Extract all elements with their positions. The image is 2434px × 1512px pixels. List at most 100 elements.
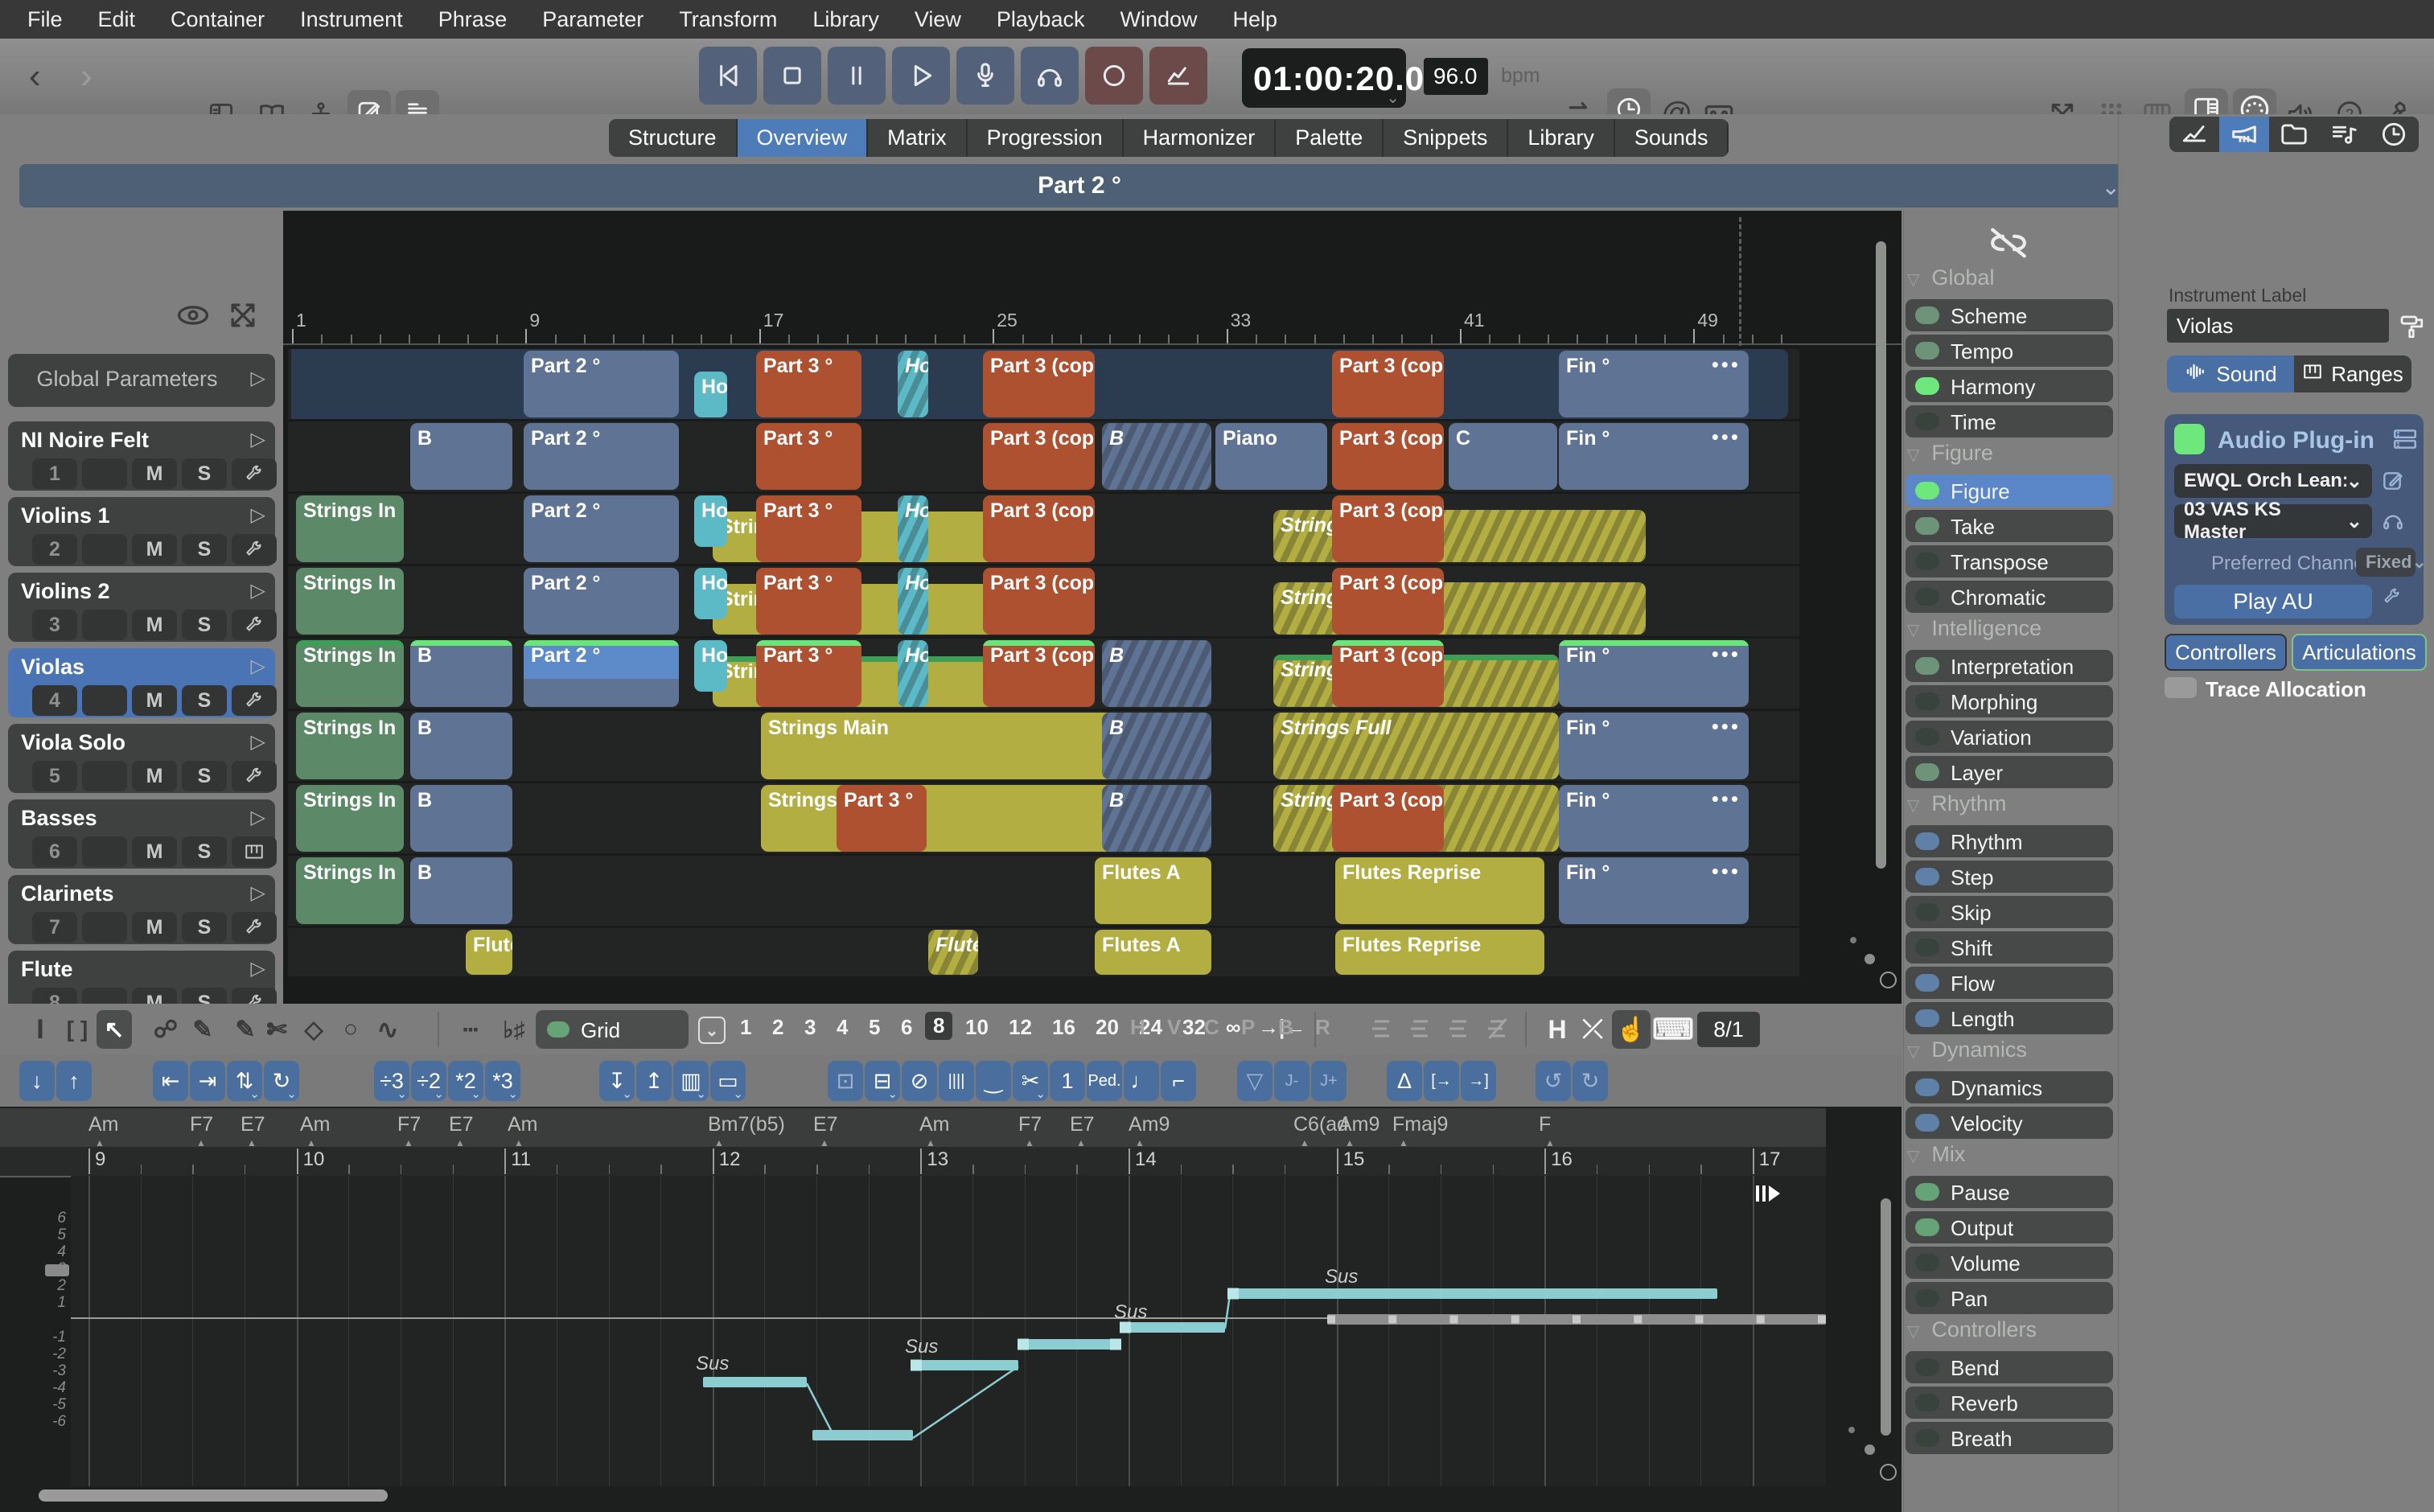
tab-matrix[interactable]: Matrix [868,119,968,157]
menu-item-container[interactable]: Container [171,7,265,32]
align-list-2[interactable] [1406,1017,1435,1045]
plugin-settings-wrench-icon[interactable] [2382,586,2403,611]
filter-p[interactable]: P [1241,1015,1255,1040]
monitor-button[interactable] [1021,47,1079,105]
mute-button[interactable]: M [132,610,177,640]
snap-32[interactable]: 32 [1182,1015,1206,1040]
tool-pointer[interactable]: ↖ [97,1010,132,1049]
param-section-rhythm[interactable]: ▽ Rhythm [1907,791,2006,816]
tool-multi-pencil[interactable]: ✎ [222,1010,257,1049]
menu-item-playback[interactable]: Playback [997,7,1085,32]
time-dropdown-chevron[interactable]: ⌄ [1386,88,1400,108]
snap-∞[interactable]: ∞ [1226,1015,1241,1040]
disclosure-icon[interactable]: ▷ [251,367,265,390]
chord-E7[interactable]: E7 [1070,1113,1095,1136]
param-variation[interactable]: Variation [1906,721,2113,753]
disclosure-icon[interactable]: ▷ [251,503,265,527]
action-crop[interactable]: ⊡ [828,1061,863,1101]
param-section-dynamics[interactable]: ▽ Dynamics [1907,1037,2027,1062]
editor-grid[interactable] [71,1176,1826,1486]
block-part-2-[interactable]: Part 2 ° [524,423,679,490]
param-shift[interactable]: Shift [1906,931,2113,963]
block-menu-dots[interactable]: ••• [1712,352,1741,377]
param-skip[interactable]: Skip [1906,896,2113,928]
action-nudge-down[interactable]: ↓ [19,1061,55,1101]
hand-tool[interactable]: ☝ [1612,1010,1651,1049]
param-figure[interactable]: Figure [1906,475,2113,507]
block-part-3-copy[interactable]: Part 3 (copy [983,640,1095,707]
param-section-figure[interactable]: ▽ Figure [1907,441,1993,466]
block-strings[interactable]: Strings [1273,582,1646,635]
pause-button[interactable] [828,47,886,105]
param-layer[interactable]: Layer [1906,756,2113,788]
mute-button[interactable]: M [132,912,177,943]
action-tie-notes[interactable]: ‿ [976,1061,1011,1101]
block-part-3-copy[interactable]: Part 3 (copy [1332,568,1444,635]
arrangement-area[interactable]: 191725334149Part 2 °HornsPart 3 °HornsPa… [283,211,1902,1004]
action-single[interactable]: 1 [1050,1061,1085,1101]
snap-6[interactable]: 6 [901,1015,912,1040]
param-velocity[interactable]: Velocity [1906,1107,2113,1139]
extra-slot-button[interactable] [82,458,127,489]
snap-16[interactable]: 16 [1052,1015,1075,1040]
tool-lasso[interactable]: ○ [333,1010,368,1049]
block-flute[interactable]: Flute [466,930,512,975]
mute-button[interactable]: M [132,761,177,791]
chord-Bm7b5[interactable]: Bm7(b5) [708,1113,785,1136]
tab-harmonizer[interactable]: Harmonizer [1123,119,1277,157]
param-harmony[interactable]: Harmony [1906,370,2113,402]
snap-3[interactable]: 3 [804,1015,816,1040]
block-strings-full[interactable]: Strings Full [1273,713,1559,779]
block-menu-dots[interactable]: ••• [1712,425,1741,450]
snap-12[interactable]: 12 [1009,1015,1032,1040]
block-part-3-copy[interactable]: Part 3 (copy [1332,423,1444,490]
block-part-2-[interactable]: Part 2 ° [524,568,679,635]
filter-b[interactable]: B [1278,1015,1293,1040]
disclosure-icon[interactable]: ▷ [251,957,265,980]
tool-accidentals[interactable]: ♭♯ [494,1010,534,1049]
arrangement-row-global[interactable]: Part 2 ° Horns Part 3 ° Horns Part 3 (copy Pa… [288,349,1799,419]
action-move-end[interactable]: ⇥ [190,1061,225,1101]
action-undo[interactable]: ↺ [1536,1061,1571,1101]
chord-Am9[interactable]: Am9 [1338,1113,1379,1136]
play-button[interactable] [892,47,950,105]
block-b[interactable]: B [1102,785,1211,852]
solo-button[interactable]: S [182,534,227,565]
toggle-horizontal[interactable]: H [1540,1010,1575,1049]
axis-marker[interactable] [45,1264,69,1276]
arrangement-row-clarinets[interactable]: Strings In B Flutes A Flutes Reprise Fin ° ••… [288,856,1799,926]
block-part-3-copy[interactable]: Part 3 (copy [983,423,1095,490]
param-section-intelligence[interactable]: ▽ Intelligence [1907,616,2041,641]
disclosure-icon[interactable]: ▷ [251,881,265,905]
editor-hscrollbar[interactable] [39,1489,388,1502]
tab-history[interactable] [2369,117,2419,152]
action-merge[interactable]: ⊟ ⌄ [865,1061,900,1101]
action-experiment[interactable]: Δ [1387,1061,1422,1101]
tempo-field[interactable]: 96.0 [1424,58,1488,95]
block-flute[interactable]: Flute [928,930,978,975]
tool-connect[interactable]: ☍ [148,1010,183,1049]
chord-E7[interactable]: E7 [241,1113,265,1136]
tool-dots[interactable]: ▪▪▪ [450,1010,491,1049]
wrench-icon[interactable] [232,761,277,791]
param-reverb[interactable]: Reverb [1906,1387,2113,1419]
action-multiply-3[interactable]: *3 ⌄ [485,1061,520,1101]
wrench-icon[interactable] [232,610,277,640]
tab-snippets[interactable]: Snippets [1384,119,1509,157]
arrangement-row-violins-1[interactable]: Strings In Part 2 ° Strings Horns Part 3 ° Ho… [288,494,1799,564]
action-stairs[interactable]: ⌐ [1161,1061,1196,1101]
menu-item-help[interactable]: Help [1233,7,1278,32]
zoom-ring[interactable] [1880,1464,1897,1481]
tab-instruments[interactable] [2219,117,2271,152]
track-clarinets[interactable]: Clarinets ▷ 7 M S [8,875,277,944]
param-take[interactable]: Take [1906,510,2113,542]
filter-r[interactable]: R [1315,1015,1330,1040]
track-violins-1[interactable]: Violins 1 ▷ 2 M S [8,497,277,566]
chord-Am[interactable]: Am [508,1113,538,1136]
plugin-color-swatch[interactable] [2174,424,2205,454]
preferred-channel-dropdown[interactable]: Fixed ⌄ [2356,548,2427,577]
block-piano[interactable]: Piano [1215,423,1327,490]
block-fin-[interactable]: Fin ° ••• [1559,640,1749,707]
play-au-button[interactable]: Play AU [2174,585,2372,618]
param-bend[interactable]: Bend [1906,1351,2113,1383]
